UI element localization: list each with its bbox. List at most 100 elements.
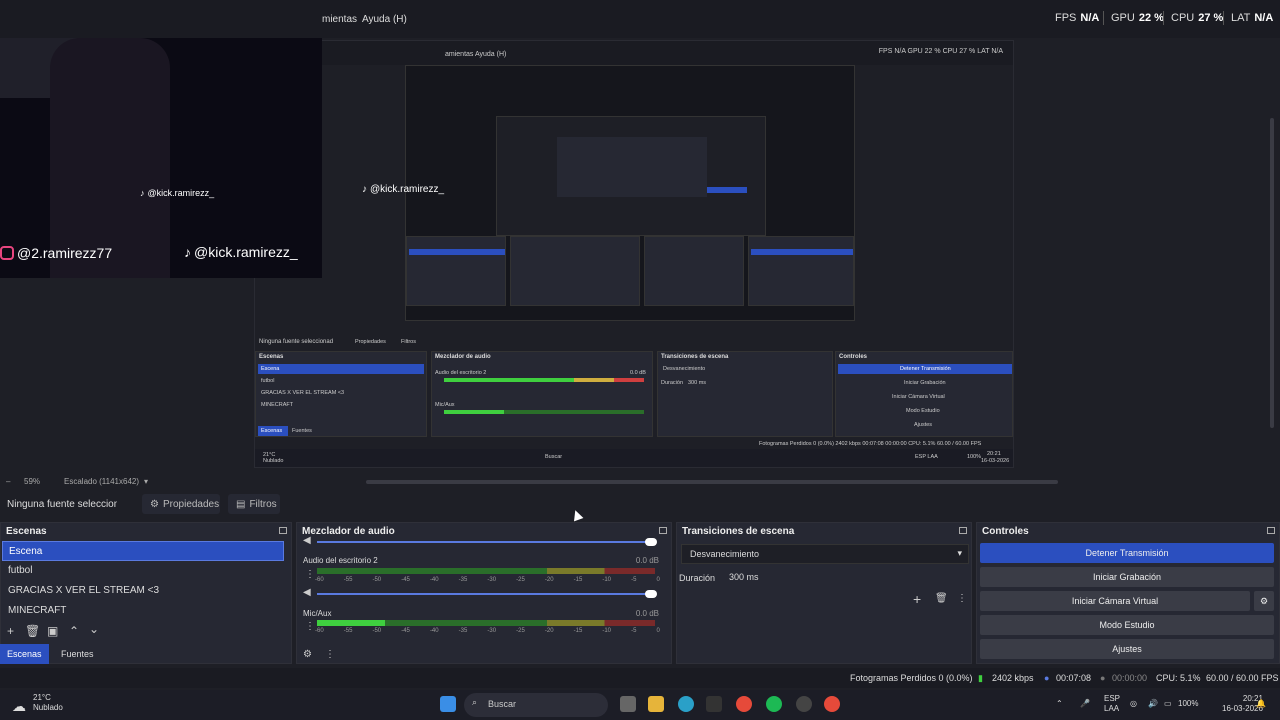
add-icon[interactable]: +: [7, 624, 14, 638]
kebab-icon[interactable]: ⋮: [305, 621, 315, 632]
fps-readout: 60.00 / 60.00 FPS: [1206, 673, 1279, 683]
scale-tick: -30: [487, 577, 497, 583]
trash-icon[interactable]: 🗑: [935, 593, 948, 604]
status-bar: Fotogramas Perdidos 0 (0.0%) ▮ 2402 kbps…: [0, 668, 1280, 688]
down-icon[interactable]: ⌄: [89, 622, 99, 636]
zoom-percent[interactable]: 59%: [24, 477, 40, 486]
mixer-menu-icon[interactable]: ⋮: [325, 649, 335, 660]
filter-icon[interactable]: ▣: [47, 624, 58, 638]
studio-mode-button[interactable]: Modo Estudio: [980, 615, 1274, 635]
transitions-title: Transiciones de escena: [682, 526, 795, 537]
vcam-settings-icon[interactable]: ⚙: [1254, 591, 1274, 611]
dock-undock-icon[interactable]: [959, 527, 967, 534]
properties-button[interactable]: ⚙ Propiedades: [142, 494, 220, 514]
scale-tick: -50: [372, 577, 382, 583]
scale-tick: -20: [544, 577, 554, 583]
tiktok-overlay: ♪ @kick.ramirezz_: [184, 244, 298, 260]
scale-tick: -35: [458, 577, 468, 583]
volume-icon[interactable]: 🔊: [1148, 699, 1158, 709]
settings-button[interactable]: Ajustes: [980, 639, 1274, 659]
scene-item[interactable]: Escena: [2, 541, 284, 561]
scene-item[interactable]: futbol: [2, 561, 284, 581]
mixer-title: Mezclador de audio: [302, 526, 395, 537]
task-view-icon[interactable]: [620, 696, 636, 712]
dock-undock-icon[interactable]: [659, 527, 667, 534]
speaker-icon[interactable]: ◀: [303, 535, 311, 546]
menu-help[interactable]: Ayuda (H): [362, 14, 407, 25]
scene-item[interactable]: GRACIAS X VER EL STREAM <3: [2, 581, 284, 601]
trash-icon[interactable]: 🗑: [25, 624, 40, 638]
language-indicator[interactable]: ESP LAA: [1104, 694, 1120, 714]
zoom-row: – 59% Escalado (1141x642) ▾: [6, 477, 149, 486]
kebab-icon[interactable]: ⋮: [305, 569, 315, 580]
weather-widget[interactable]: 21°C Nublado: [33, 693, 63, 713]
signal-icon: ▮: [978, 673, 983, 683]
start-recording-button[interactable]: Iniciar Grabación: [980, 567, 1274, 587]
battery-icon[interactable]: ▭: [1164, 699, 1172, 709]
scale-tick: -55: [343, 628, 353, 634]
filter-icon: ▤: [236, 498, 246, 510]
scale-tick: -40: [429, 577, 439, 583]
scale-tick: 0: [656, 577, 660, 583]
up-icon[interactable]: ⌃: [69, 624, 79, 638]
kebab-icon[interactable]: ⋮: [957, 593, 967, 604]
dock-undock-icon[interactable]: [279, 527, 287, 534]
channel-db: 0.0 dB: [635, 609, 659, 618]
scaled-label[interactable]: Escalado (1141x642): [64, 477, 139, 486]
transitions-dock: Transiciones de escena Desvanecimiento ▾ …: [676, 522, 972, 664]
instagram-overlay: @2.ramirezz77: [0, 245, 112, 261]
meter-scale: -60 -55 -50 -45 -40 -35 -30 -25 -20 -15 -10 -5 0: [315, 628, 660, 634]
scale-tick: -40: [429, 628, 439, 634]
add-icon[interactable]: +: [913, 591, 921, 607]
duration-spinbox[interactable]: 300 ms: [721, 568, 969, 588]
menu-tools[interactable]: mientas: [322, 14, 357, 25]
windows-start-icon[interactable]: [440, 696, 456, 712]
obs-topbar: mientas Ayuda (H) FPS N/A GPU 22 % CPU 27 %…: [0, 0, 1280, 38]
speaker-icon[interactable]: ◀: [303, 587, 311, 598]
channel-name: Mic/Aux: [303, 609, 332, 618]
windows-taskbar: ☁ 21°C Nublado ⌕ Buscar ⌃ 🎤 ESP LAA ◎ 🔊 ▭ 1…: [0, 690, 1280, 720]
display-capture: amientas Ayuda (H) FPS N/A GPU 22 % CPU …: [254, 40, 1014, 468]
rec-icon: ●: [1100, 673, 1106, 683]
zoom-dropdown-icon[interactable]: ▾: [144, 477, 148, 486]
stream-time: 00:07:08: [1056, 673, 1092, 683]
mic-icon[interactable]: 🎤: [1080, 699, 1090, 709]
tab-sources[interactable]: Fuentes: [54, 644, 101, 664]
chevron-down-icon: ▾: [957, 548, 962, 558]
taskbar-search[interactable]: ⌕ Buscar: [464, 693, 608, 717]
instagram-icon: [0, 246, 14, 260]
network-icon[interactable]: ◎: [1130, 699, 1137, 709]
scene-item[interactable]: MINECRAFT: [2, 601, 284, 621]
level-meter: [317, 568, 655, 574]
spotify-icon[interactable]: [766, 696, 782, 712]
preview-canvas[interactable]: amientas Ayuda (H) FPS N/A GPU 22 % CPU …: [0, 38, 1280, 484]
edge-icon[interactable]: [678, 696, 694, 712]
tab-scenes[interactable]: Escenas: [0, 644, 49, 664]
source-toolbar: Ninguna fuente seleccionad ⚙Propiedades …: [0, 492, 1280, 518]
stop-stream-button[interactable]: Detener Transmisión: [980, 543, 1274, 563]
scale-tick: -45: [401, 577, 410, 583]
obs-icon[interactable]: [796, 696, 812, 712]
file-explorer-icon[interactable]: [648, 696, 664, 712]
notification-icon[interactable]: 🔔: [1256, 699, 1266, 709]
scale-tick: -35: [458, 628, 468, 634]
dock-undock-icon[interactable]: [1267, 527, 1275, 534]
volume-slider[interactable]: [317, 590, 657, 598]
filters-button[interactable]: ▤ Filtros: [228, 494, 280, 514]
scale-tick: -25: [516, 628, 525, 634]
scale-tick: -60: [315, 628, 324, 634]
scale-tick: -50: [372, 628, 382, 634]
tiktok-app-icon[interactable]: [706, 696, 722, 712]
start-vcam-button[interactable]: Iniciar Cámara Virtual: [980, 591, 1250, 611]
transition-select[interactable]: Desvanecimiento ▾: [681, 544, 969, 564]
chevron-up-icon[interactable]: ⌃: [1056, 699, 1063, 709]
cpu-usage: CPU: 5.1%: [1156, 673, 1201, 683]
chrome-icon[interactable]: [824, 696, 840, 712]
scale-tick: -30: [487, 628, 497, 634]
bitrate: 2402 kbps: [992, 673, 1034, 683]
preview-vscroll[interactable]: [1270, 118, 1274, 428]
mixer-settings-icon[interactable]: ⚙: [303, 649, 312, 660]
nested-preview: [405, 65, 855, 321]
channel-name: Audio del escritorio 2: [303, 556, 378, 565]
chrome-icon[interactable]: [736, 696, 752, 712]
